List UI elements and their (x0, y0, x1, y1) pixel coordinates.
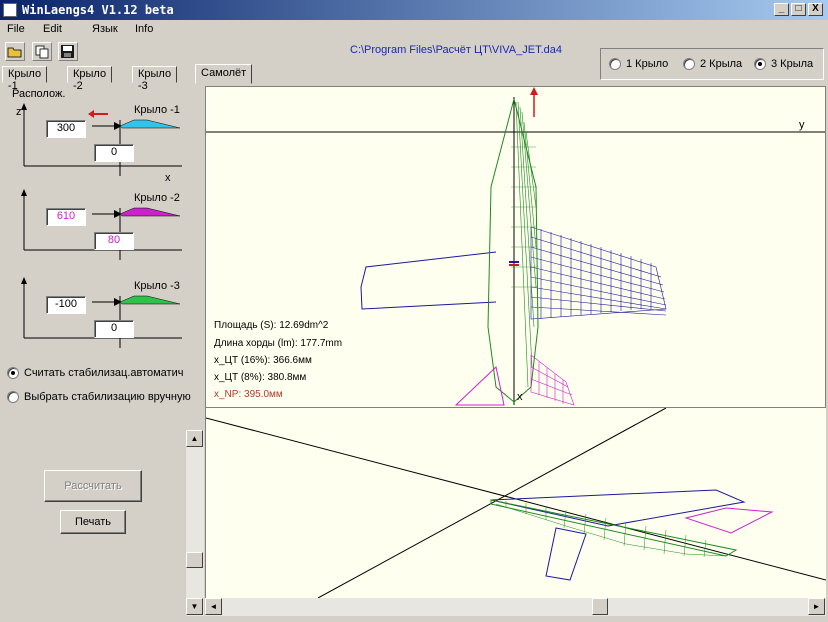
menu-language[interactable]: Язык (92, 23, 118, 35)
cg8-text: x_ЦТ (8%): 380.8мм (214, 372, 307, 383)
wing-1-x-input[interactable]: 0 (94, 144, 134, 162)
close-button[interactable]: X (808, 3, 823, 16)
perspective-drawing (206, 408, 826, 598)
wing-1-z-input[interactable]: 300 (46, 120, 86, 138)
calculate-button[interactable]: Рассчитать (44, 470, 142, 502)
menu-info[interactable]: Info (135, 23, 153, 35)
wing-1-label: Крыло -1 (134, 104, 180, 116)
menu-file[interactable]: File (7, 23, 25, 35)
scroll-down-arrow-icon[interactable]: ▼ (186, 598, 203, 615)
top-view-axis-y: y (799, 119, 805, 131)
scroll-left-arrow-icon[interactable]: ◄ (205, 598, 222, 615)
wing-count-2-radio[interactable] (683, 58, 695, 70)
wing-2-x-input[interactable]: 80 (94, 232, 134, 250)
wing-3-x-input[interactable]: 0 (94, 320, 134, 338)
file-path: C:\Program Files\Расчёт ЦТ\VIVA_JET.da4 (350, 44, 563, 56)
open-folder-icon[interactable] (5, 42, 25, 61)
chord-text: Длина хорды (lm): 177.7mm (214, 338, 343, 349)
area-text: Площадь (S): 12.69dm^2 (214, 320, 329, 331)
scroll-up-arrow-icon[interactable]: ▲ (186, 430, 203, 447)
wing-count-group: 1 Крыло 2 Крыла 3 Крыла (600, 48, 824, 80)
wing-1-position-group: z x Крыло -1 300 0 (2, 100, 202, 184)
copy-icon[interactable] (32, 42, 52, 61)
vertical-scroll-thumb[interactable] (186, 552, 203, 568)
tab-wing-1[interactable]: Крыло -1 (2, 66, 48, 92)
wing-3-label: Крыло -3 (134, 280, 180, 292)
stab-auto-label: Считать стабилизац.автоматич (24, 367, 184, 379)
horizontal-scrollbar[interactable]: ◄ ► (205, 598, 826, 616)
stab-auto-radio[interactable] (7, 367, 19, 379)
menu-edit[interactable]: Edit (43, 23, 62, 35)
menu-bar: File Edit Язык Info (0, 20, 828, 40)
left-panel: Располож. z x Крыло -1 300 0 Крыло -2 61… (2, 84, 202, 620)
print-button[interactable]: Печать (60, 510, 126, 534)
maximize-button[interactable]: □ (791, 3, 806, 16)
stab-manual-label: Выбрать стабилизацию вручную (24, 391, 191, 403)
wing-count-1-label: 1 Крыло (626, 58, 669, 70)
title-bar: WinLaengs4 V1.12 beta _ □ X (0, 0, 828, 20)
top-view-axis-x: x (517, 391, 523, 403)
main-window: WinLaengs4 V1.12 beta _ □ X File Edit Яз… (0, 0, 828, 622)
top-view-canvas[interactable]: y x Площадь (S): 12.69dm^2 Длина хорды (… (205, 86, 826, 408)
scroll-right-arrow-icon[interactable]: ► (808, 598, 825, 615)
np-text: x_NP: 395.0мм (214, 389, 283, 400)
save-icon[interactable] (58, 42, 78, 61)
tab-wing-2[interactable]: Крыло -2 (67, 66, 113, 92)
wing-count-3-label: 3 Крыла (771, 58, 814, 70)
tab-airplane[interactable]: Самолёт (195, 64, 253, 84)
tab-wing-3[interactable]: Крыло -3 (132, 66, 178, 92)
vertical-scrollbar[interactable]: ▲ ▼ (186, 430, 204, 616)
wing-count-1-radio[interactable] (609, 58, 621, 70)
wing-3-position-group: Крыло -3 -100 0 (2, 276, 202, 356)
wing-3-z-input[interactable]: -100 (46, 296, 86, 314)
wing-2-label: Крыло -2 (134, 192, 180, 204)
wing-2-z-input[interactable]: 610 (46, 208, 86, 226)
perspective-view-canvas[interactable] (205, 408, 826, 598)
horizontal-scroll-thumb[interactable] (592, 598, 608, 615)
wing-2-position-group: Крыло -2 610 80 (2, 188, 202, 268)
wing-count-3-radio[interactable] (754, 58, 766, 70)
app-icon (3, 3, 17, 17)
window-title: WinLaengs4 V1.12 beta (22, 3, 174, 17)
stab-manual-radio[interactable] (7, 391, 19, 403)
minimize-button[interactable]: _ (774, 3, 789, 16)
cg16-text: x_ЦТ (16%): 366.6мм (214, 355, 312, 366)
position-label: Располож. (12, 88, 66, 100)
wing-count-2-label: 2 Крыла (700, 58, 743, 70)
